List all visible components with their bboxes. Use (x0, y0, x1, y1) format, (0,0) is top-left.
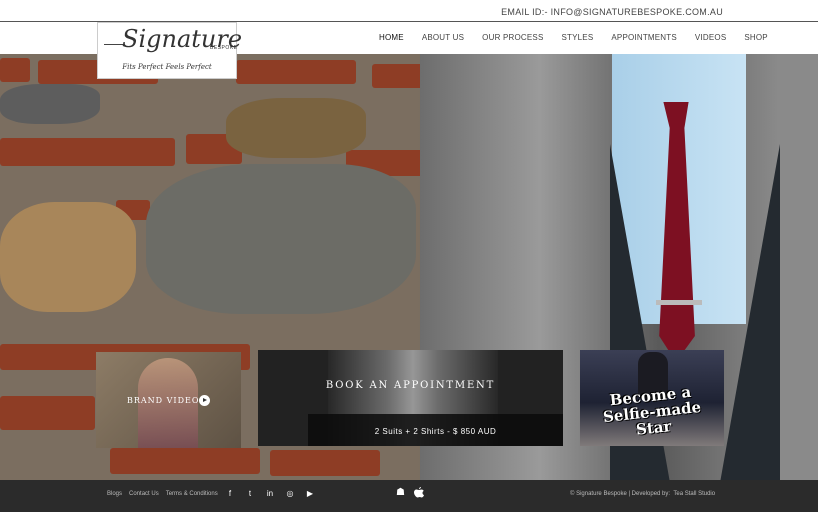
logo-tagline: Fits Perfect Feels Perfect (122, 63, 212, 71)
site-logo[interactable]: Signature BESPOKE Fits Perfect Feels Per… (97, 22, 242, 79)
main-nav: HOME ABOUT US OUR PROCESS STYLES APPOINT… (370, 33, 777, 42)
selfie-star-card[interactable]: Become a Selfie-made Star (580, 350, 724, 446)
app-icons: ☗ (396, 487, 424, 501)
tie-clip (656, 300, 702, 305)
stone (146, 164, 416, 314)
selfie-headline: Become a Selfie-made Star (588, 382, 716, 443)
copyright-text: © Signature Bespoke | Developed by: (570, 491, 671, 497)
brick (110, 448, 260, 474)
logo-subtitle: BESPOKE (210, 45, 238, 51)
nav-about-us[interactable]: ABOUT US (413, 33, 473, 42)
brand-video-card[interactable]: BRAND VIDEO (96, 352, 241, 448)
brand-video-label: BRAND VIDEO (127, 396, 200, 405)
email-contact[interactable]: EMAIL ID:- INFO@SIGNATUREBESPOKE.COM.AU (501, 7, 723, 17)
logo-rule (104, 44, 124, 45)
nav-shop[interactable]: SHOP (735, 33, 776, 42)
youtube-icon[interactable]: ▶ (306, 489, 314, 498)
stone (0, 84, 100, 124)
brick (0, 58, 30, 82)
footer-link-blogs[interactable]: Blogs (107, 491, 122, 497)
play-icon[interactable] (199, 395, 210, 406)
book-appointment-card[interactable]: BOOK AN APPOINTMENT 2 Suits + 2 Shirts -… (258, 350, 563, 446)
nav-home[interactable]: HOME (370, 33, 413, 42)
linkedin-icon[interactable]: in (266, 489, 274, 498)
instagram-icon[interactable]: ◎ (286, 489, 294, 498)
developer-link[interactable]: Tea Stall Studio (673, 491, 715, 497)
twitter-icon[interactable]: t (246, 489, 254, 498)
nav-videos[interactable]: VIDEOS (686, 33, 735, 42)
brick (236, 60, 356, 84)
brick (270, 450, 380, 476)
nav-appointments[interactable]: APPOINTMENTS (602, 33, 686, 42)
android-icon[interactable]: ☗ (396, 487, 405, 501)
nav-our-process[interactable]: OUR PROCESS (473, 33, 552, 42)
stone (0, 202, 136, 312)
brick (0, 138, 175, 166)
footer-link-terms[interactable]: Terms & Conditions (166, 491, 218, 497)
site-footer: Blogs Contact Us Terms & Conditions f t … (0, 480, 818, 512)
book-appointment-title: BOOK AN APPOINTMENT (325, 380, 496, 391)
footer-links: Blogs Contact Us Terms & Conditions (107, 491, 218, 497)
nav-styles[interactable]: STYLES (553, 33, 603, 42)
footer-link-contact[interactable]: Contact Us (129, 491, 159, 497)
facebook-icon[interactable]: f (226, 489, 234, 498)
offer-price: 2 Suits + 2 Shirts - $ 850 AUD (374, 427, 497, 436)
top-bar: EMAIL ID:- INFO@SIGNATUREBESPOKE.COM.AU (0, 0, 818, 22)
brick (0, 396, 95, 430)
footer-credit: © Signature Bespoke | Developed by: Tea … (570, 491, 715, 497)
stone (226, 98, 366, 158)
apple-icon[interactable] (413, 487, 424, 501)
social-icons: f t in ◎ ▶ (226, 489, 314, 498)
